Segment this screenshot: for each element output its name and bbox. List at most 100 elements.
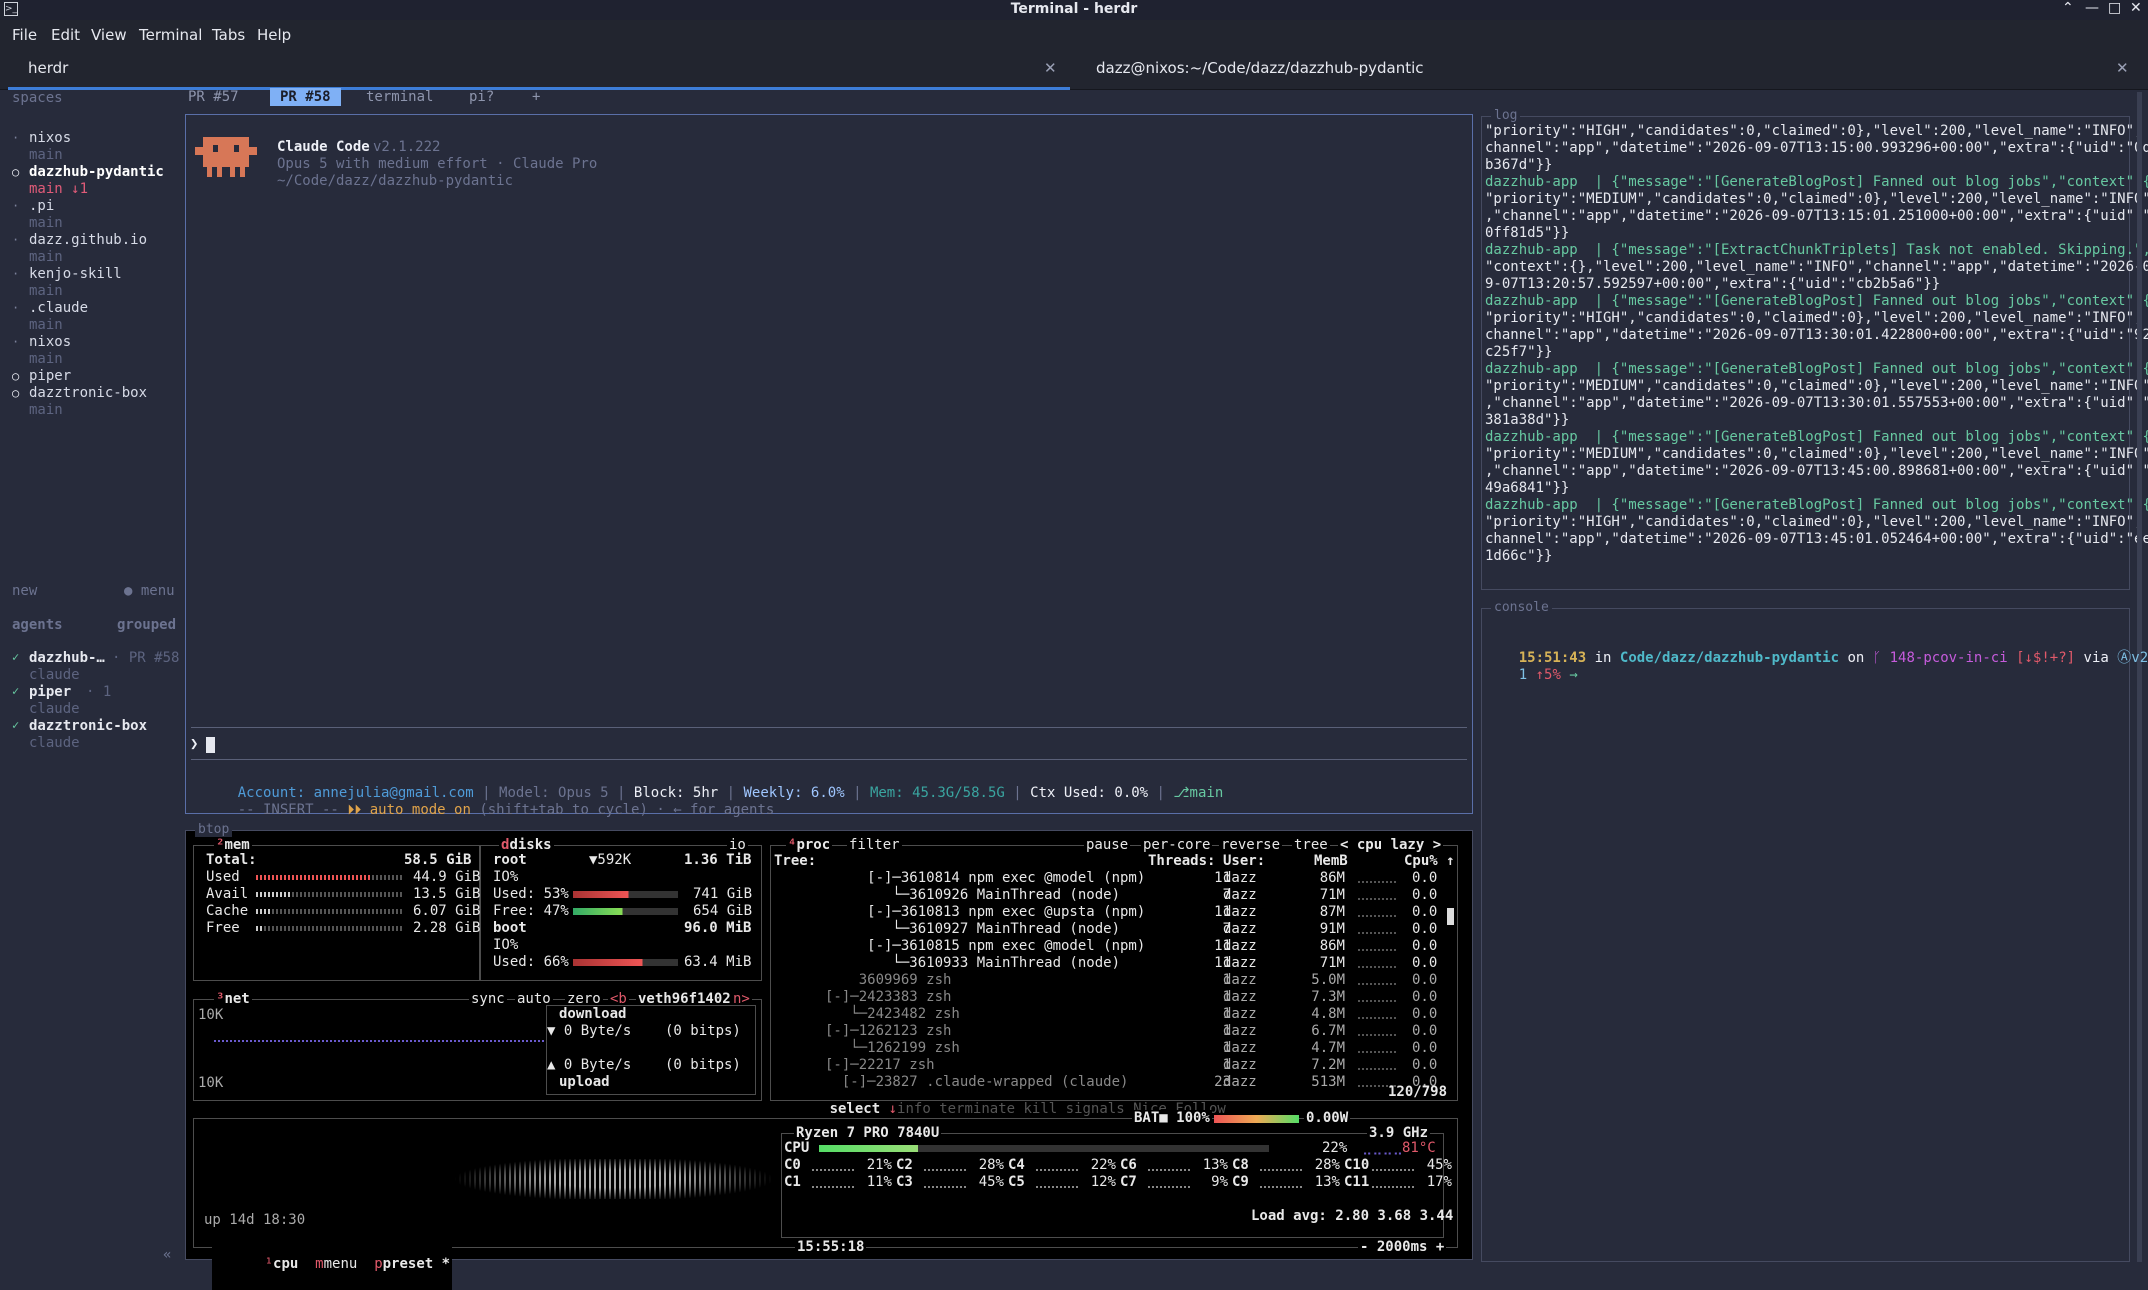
console-branch: 148-pcov-in-ci	[1889, 650, 2008, 666]
btop-proc-tree-cell[interactable]: └─3610926 MainThread (node)	[825, 887, 1120, 904]
btop-interval[interactable]: - 2000ms +	[1358, 1239, 1447, 1256]
btop-proc-signals[interactable]: signals	[1066, 1101, 1125, 1117]
btop-footer-cpu[interactable]: cpu	[273, 1256, 298, 1272]
log-line: "priority":"MEDIUM","candidates":0,"clai…	[1485, 191, 2148, 207]
prompt-divider-bottom	[191, 759, 1467, 760]
space-item-1[interactable]: dazzhub-pydantic	[29, 164, 164, 180]
btop-proc-tree-cell[interactable]: [-]─3610815 npm exec @model (npm)	[825, 938, 1145, 955]
btop-proc-tree-cell[interactable]: └─3610927 MainThread (node)	[825, 921, 1120, 938]
btop-proc-tree-cell[interactable]: └─1262199 zsh	[825, 1040, 960, 1057]
tab-close-icon[interactable]: ✕	[2116, 59, 2129, 77]
space-item-3[interactable]: dazz.github.io	[29, 232, 147, 248]
space-item-2[interactable]: .pi	[29, 198, 54, 214]
btop-disk-boot-used-bar	[573, 959, 678, 966]
new-space-button[interactable]: new	[12, 583, 37, 599]
btop-proc-tree-cell[interactable]: └─2423482 zsh	[825, 1006, 960, 1023]
space-item-4[interactable]: kenjo-skill	[29, 266, 122, 282]
console-path: Code/dazz/dazzhub-pydantic	[1619, 650, 1840, 666]
pane-tab-pi[interactable]: pi?	[469, 89, 494, 105]
minimize-icon[interactable]: ⌃	[2062, 0, 2074, 16]
btop-proc-tree-cell[interactable]: 3609969 zsh	[825, 972, 952, 989]
btop-core-pct: 12%	[1090, 1174, 1116, 1190]
close-icon[interactable]: ✕	[2130, 0, 2142, 16]
btop-footer-menu[interactable]: menu	[324, 1256, 358, 1272]
btop-proc-filter[interactable]: filter	[847, 837, 902, 853]
space-branch: main	[29, 351, 63, 367]
menu-tabs[interactable]: Tabs	[212, 26, 245, 44]
btop-core-pct: 45%	[978, 1174, 1004, 1190]
tab-close-icon[interactable]: ✕	[1044, 59, 1057, 77]
pane-tab-pr57[interactable]: PR #57	[188, 89, 239, 105]
btop-proc-tree-cell[interactable]: [-]─1262123 zsh	[825, 1023, 951, 1040]
btop-io-toggle[interactable]: io	[727, 837, 748, 853]
btop-core-pct: 28%	[978, 1157, 1004, 1173]
btop-mem-row-bar	[256, 892, 404, 897]
status-branch: ⎇main	[1173, 785, 1224, 801]
btop-proc-sort[interactable]: < cpu lazy >	[1338, 837, 1444, 853]
btop-proc-cpu-graph	[1358, 1051, 1396, 1053]
btop-mem-row-bar	[256, 926, 404, 931]
claude-code-pane[interactable]: Claude Code v2.1.222 Opus 5 with medium …	[185, 114, 1473, 818]
menu-file[interactable]: File	[12, 26, 37, 44]
tab-herdr[interactable]: herdr ✕	[8, 50, 1070, 90]
space-item-0[interactable]: nixos	[29, 130, 71, 146]
console-pane[interactable]: console 15:51:43 in Code/dazz/dazzhub-py…	[1481, 600, 2148, 1262]
space-item-6[interactable]: nixos	[29, 334, 71, 350]
btop-disk-boot-used: Used: 66%	[493, 954, 569, 970]
btop-core-graph	[1260, 1169, 1302, 1171]
btop-core-pct: 11%	[866, 1174, 892, 1190]
btop-proc-tree-cell[interactable]: [-]─3610813 npm exec @upsta (npm)	[825, 904, 1145, 921]
menu-view[interactable]: View	[91, 26, 127, 44]
btop-proc-kill[interactable]: kill	[1023, 1101, 1057, 1117]
menu-edit[interactable]: Edit	[51, 26, 80, 44]
log-line: "priority":"HIGH","candidates":0,"claime…	[1485, 123, 2143, 139]
btop-net-rates: download ▼ 0 Byte/s (0 bitps) ▲ 0 Byte/s…	[546, 1005, 756, 1095]
btop-mem-row-value: 2.28 GiB	[413, 920, 481, 936]
btop-proc-reverse[interactable]: reverse	[1219, 837, 1283, 853]
pane-tab-add-button[interactable]: +	[532, 89, 540, 105]
agent-item-1[interactable]: piper	[29, 684, 71, 700]
window-minimize-button[interactable]: —	[2085, 0, 2099, 16]
menu-terminal[interactable]: Terminal	[139, 26, 202, 44]
btop-proc-mem: 4.8M	[1311, 1006, 1345, 1022]
btop-footer-preset[interactable]: preset *	[383, 1256, 450, 1272]
prompt-input[interactable]	[206, 737, 215, 753]
btop-core-graph	[1372, 1186, 1414, 1188]
btop-core-pct: 21%	[866, 1157, 892, 1173]
btop-proc-info[interactable]: info	[897, 1101, 931, 1117]
log-pane[interactable]: log "priority":"HIGH","candidates":0,"cl…	[1481, 108, 2148, 590]
herdr-menu-button[interactable]: ● menu	[124, 583, 175, 599]
btop-cpu-freq: 3.9 GHz	[1367, 1125, 1431, 1141]
agent-item-0[interactable]: dazzhub-…	[29, 650, 105, 666]
btop-proc-tree-cell[interactable]: [-]─3610814 npm exec @model (npm)	[825, 870, 1145, 887]
maximize-icon[interactable]: □	[2108, 0, 2121, 16]
space-item-7[interactable]: piper	[29, 368, 71, 384]
auto-mode-hint: (shift+tab to cycle) · ← for agents	[479, 802, 775, 818]
btop-proc-pause[interactable]: pause	[1084, 837, 1131, 853]
btop-proc-select[interactable]: select	[830, 1101, 881, 1117]
btop-proc-cpu: 0.0	[1412, 921, 1438, 937]
menu-help[interactable]: Help	[257, 26, 291, 44]
agents-grouped-toggle[interactable]: grouped	[117, 617, 176, 633]
log-line: channel":"app","datetime":"2026-09-07T13…	[1485, 531, 2148, 547]
btop-disk-root-used-value: 741 GiB	[693, 886, 753, 902]
btop-proc-tree-cell[interactable]: └─3610933 MainThread (node)	[825, 955, 1120, 972]
tab-dazz-terminal[interactable]: dazz@nixos:~/Code/dazz/dazzhub-pydantic …	[1072, 50, 2140, 90]
btop-net-sync[interactable]: sync	[469, 991, 507, 1007]
btop-proc-terminate[interactable]: terminate	[939, 1101, 1015, 1117]
btop-proc-tree-cell[interactable]: [-]─22217 zsh	[825, 1057, 935, 1074]
btop-proc-scrollbar[interactable]	[1447, 908, 1454, 925]
collapse-sidebar-icon[interactable]: «	[163, 1247, 171, 1263]
space-marker-icon: ○	[12, 369, 20, 383]
btop-proc-tree-cell[interactable]: [-]─2423383 zsh	[825, 989, 951, 1006]
agent-check-icon: ✓	[12, 684, 20, 698]
agent-item-2[interactable]: dazztronic-box	[29, 718, 147, 734]
space-item-5[interactable]: .claude	[29, 300, 88, 316]
log-line: ,"channel":"app","datetime":"2026-09-07T…	[1485, 208, 2148, 224]
pane-tab-terminal[interactable]: terminal	[366, 89, 433, 105]
btop-proc-percore[interactable]: per-core	[1141, 837, 1213, 853]
space-item-8[interactable]: dazztronic-box	[29, 385, 147, 401]
btop-proc-tree[interactable]: tree	[1292, 837, 1330, 853]
pane-tab-pr58[interactable]: PR #58	[270, 88, 341, 106]
btop-core-pct: 13%	[1314, 1174, 1340, 1190]
